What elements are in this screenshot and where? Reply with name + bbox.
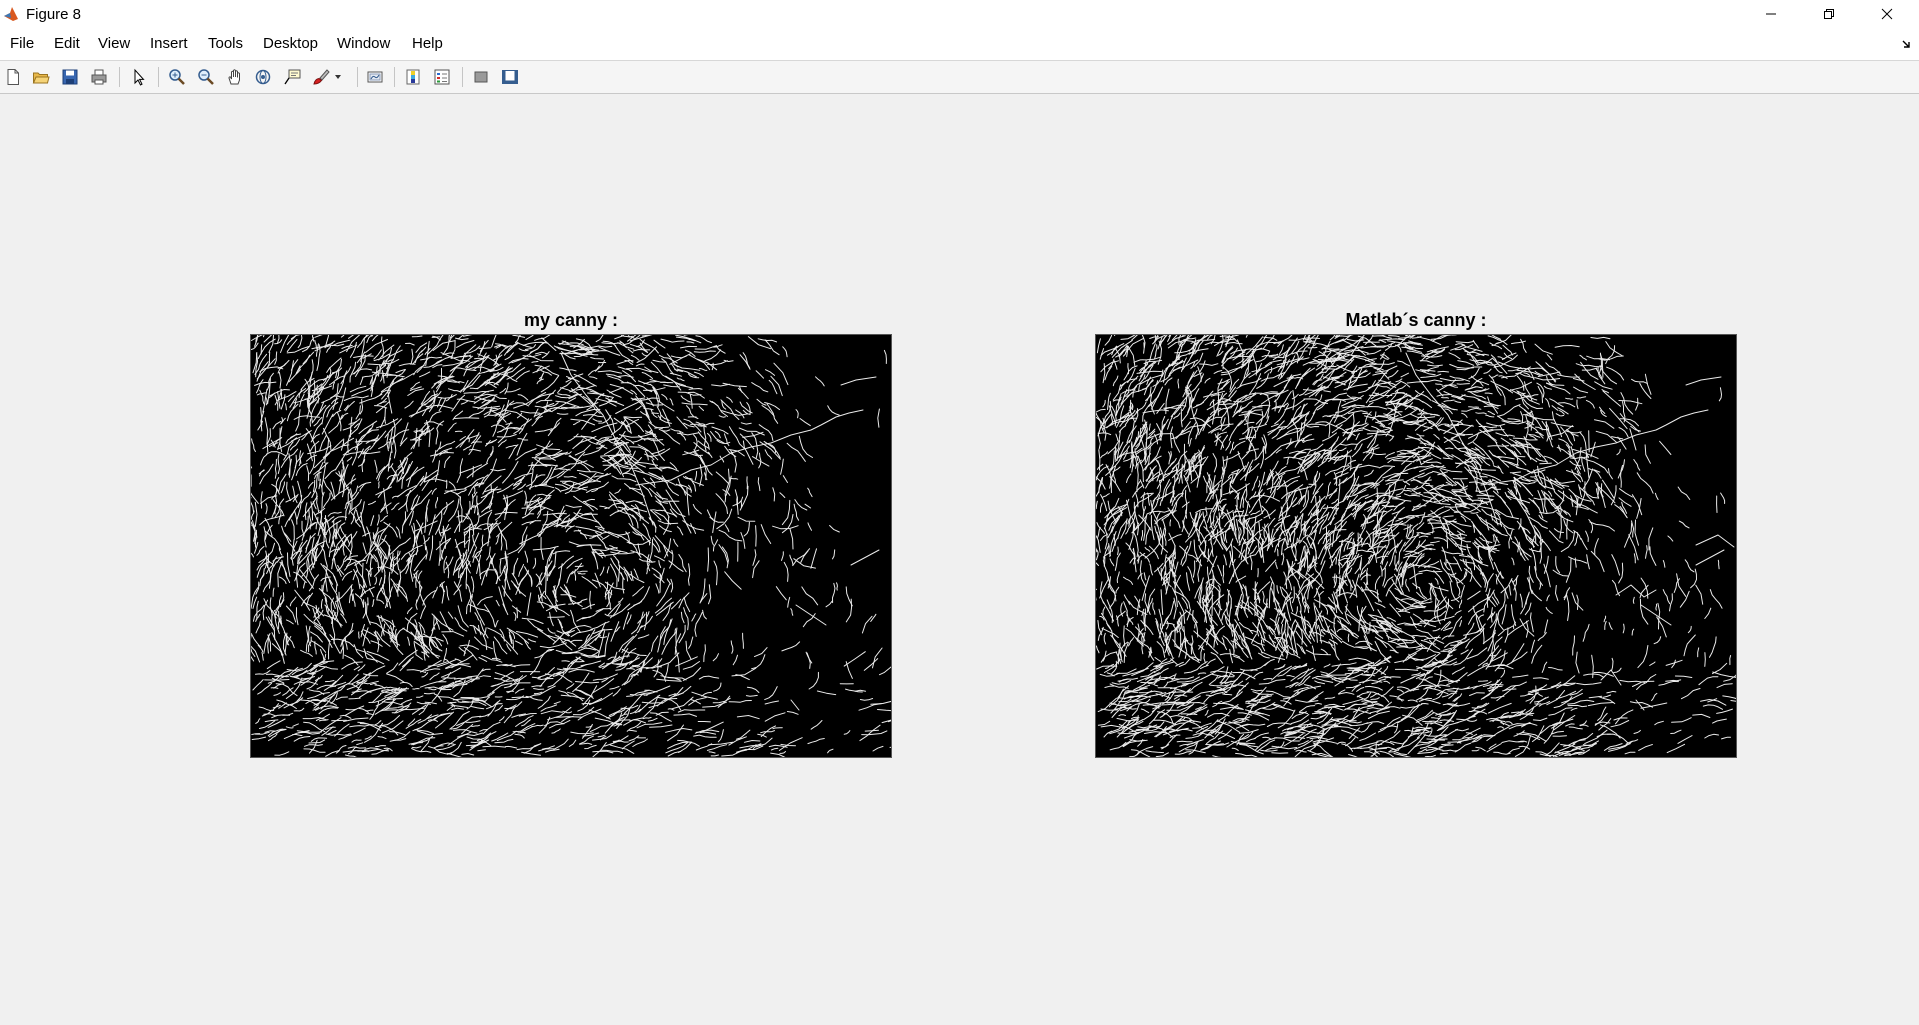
colorbar-icon bbox=[406, 69, 420, 85]
new-figure-icon bbox=[7, 69, 19, 85]
figure-toolbar bbox=[0, 61, 1919, 94]
toolbar-separator bbox=[357, 67, 358, 87]
pan-hand-icon bbox=[228, 69, 240, 85]
menu-window[interactable]: Window bbox=[337, 35, 390, 52]
save-icon bbox=[62, 69, 78, 85]
matlab-icon bbox=[4, 7, 18, 21]
window-title-bar[interactable]: Figure 8 bbox=[0, 0, 1919, 28]
menu-desktop[interactable]: Desktop bbox=[263, 35, 318, 52]
open-file-icon bbox=[32, 72, 50, 84]
new-figure-button[interactable] bbox=[2, 66, 24, 88]
brush-icon bbox=[313, 69, 330, 85]
edge-map-image bbox=[251, 335, 891, 757]
toolbar-separator bbox=[158, 67, 159, 87]
close-button[interactable] bbox=[1858, 0, 1916, 28]
axes-my-canny[interactable] bbox=[250, 334, 892, 758]
edit-plot-arrow-icon bbox=[134, 68, 145, 86]
hide-plot-tools-button[interactable] bbox=[470, 66, 492, 88]
menu-bar: File Edit View Insert Tools Desktop Wind… bbox=[0, 28, 1919, 61]
close-icon bbox=[1881, 8, 1893, 20]
show-plot-tools-button[interactable] bbox=[499, 66, 521, 88]
rotate-3d-icon bbox=[255, 69, 271, 85]
axes-matlab-canny[interactable] bbox=[1095, 334, 1737, 758]
print-button[interactable] bbox=[88, 66, 110, 88]
edit-plot-button[interactable] bbox=[128, 66, 150, 88]
link-plot-icon bbox=[367, 71, 383, 83]
zoom-in-icon bbox=[169, 69, 185, 85]
data-cursor-button[interactable] bbox=[281, 66, 303, 88]
brush-dropdown[interactable] bbox=[332, 66, 344, 88]
brush-button[interactable] bbox=[310, 66, 332, 88]
link-plot-button[interactable] bbox=[364, 66, 386, 88]
minimize-button[interactable] bbox=[1742, 0, 1800, 28]
show-plot-tools-icon bbox=[502, 70, 518, 84]
data-cursor-icon bbox=[284, 69, 301, 85]
toolbar-separator bbox=[394, 67, 395, 87]
print-icon bbox=[91, 69, 107, 85]
hide-plot-tools-icon bbox=[474, 71, 488, 83]
zoom-out-icon bbox=[198, 69, 214, 85]
edge-map-image bbox=[1096, 335, 1736, 757]
zoom-in-button[interactable] bbox=[166, 66, 188, 88]
legend-button[interactable] bbox=[431, 66, 453, 88]
zoom-out-button[interactable] bbox=[195, 66, 217, 88]
chevron-down-icon bbox=[335, 75, 341, 79]
open-file-button[interactable] bbox=[30, 66, 52, 88]
save-button[interactable] bbox=[59, 66, 81, 88]
menu-insert[interactable]: Insert bbox=[150, 35, 188, 52]
legend-icon bbox=[434, 69, 450, 85]
restore-button[interactable] bbox=[1800, 0, 1858, 28]
menu-edit[interactable]: Edit bbox=[54, 35, 80, 52]
rotate-3d-button[interactable] bbox=[252, 66, 274, 88]
colorbar-button[interactable] bbox=[402, 66, 424, 88]
menu-file[interactable]: File bbox=[10, 35, 34, 52]
toolbar-separator bbox=[119, 67, 120, 87]
pan-button[interactable] bbox=[224, 66, 246, 88]
minimize-icon bbox=[1766, 13, 1776, 15]
restore-icon bbox=[1824, 9, 1834, 19]
menu-tools[interactable]: Tools bbox=[208, 35, 243, 52]
toolbar-separator bbox=[462, 67, 463, 87]
dock-arrow-icon[interactable] bbox=[1901, 38, 1913, 50]
menu-help[interactable]: Help bbox=[412, 35, 443, 52]
window-title: Figure 8 bbox=[26, 6, 82, 23]
axes-title-my-canny: my canny : bbox=[523, 310, 619, 330]
axes-title-matlab-canny: Matlab´s canny : bbox=[1345, 310, 1487, 330]
figure-canvas[interactable]: my canny : Matlab´s canny : bbox=[0, 94, 1919, 1025]
menu-view[interactable]: View bbox=[98, 35, 130, 52]
